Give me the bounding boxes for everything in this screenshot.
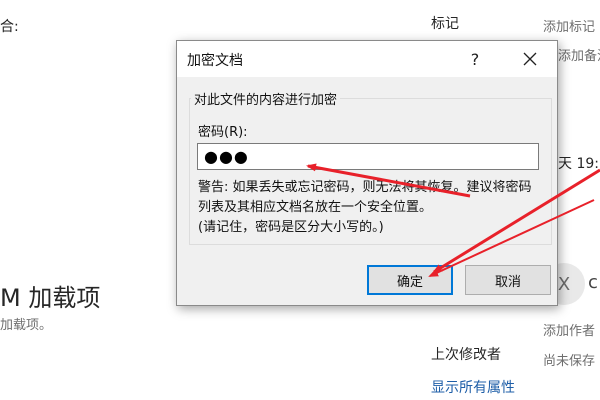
add-author-link[interactable]: 添加作者 xyxy=(543,320,595,339)
groupbox-label: 对此文件的内容进行加密 xyxy=(191,89,341,108)
close-button[interactable] xyxy=(507,44,553,74)
addins-subtext: 加载项。 xyxy=(0,318,53,333)
background-tags-label: 标记 xyxy=(431,16,459,32)
warning-note: (请记住，密码是区分大小写的。) xyxy=(198,220,384,235)
warning-text: 警告: 如果丢失或忘记密码，则无法将其恢复。建议将密码列表及其相应文档名放在一个… xyxy=(198,178,543,238)
last-modified-by-label: 上次修改者 xyxy=(431,347,501,363)
addins-heading: M 加载项 xyxy=(0,284,101,312)
dialog-title: 加密文档 xyxy=(187,53,243,69)
encrypt-document-dialog: 加密文档 ? 对此文件的内容进行加密 密码(R): 警告: 如果丢失或忘记密码，… xyxy=(176,40,558,306)
ok-button[interactable]: 确定 xyxy=(367,265,453,295)
add-comments-link[interactable]: 添加备注 xyxy=(558,45,600,64)
help-button[interactable]: ? xyxy=(455,44,495,74)
warning-message: 警告: 如果丢失或忘记密码，则无法将其恢复。建议将密码列表及其相应文档名放在一个… xyxy=(198,180,532,215)
show-all-properties-link[interactable]: 显示所有属性 xyxy=(431,377,515,397)
password-label: 密码(R): xyxy=(198,125,248,140)
dialog-titlebar[interactable]: 加密文档 ? xyxy=(177,41,557,77)
avatar-initial: X xyxy=(557,273,571,295)
cancel-button[interactable]: 取消 xyxy=(465,265,551,295)
background-date-fragment: 天 19:2 xyxy=(558,156,600,172)
add-tags-link[interactable]: 添加标记 xyxy=(543,16,595,35)
close-icon xyxy=(523,52,537,66)
password-input[interactable] xyxy=(197,143,539,170)
background-left-label: 合: xyxy=(0,19,19,35)
not-saved-text: 尚未保存 xyxy=(543,354,596,369)
author-name-fragment: c xyxy=(588,272,598,293)
